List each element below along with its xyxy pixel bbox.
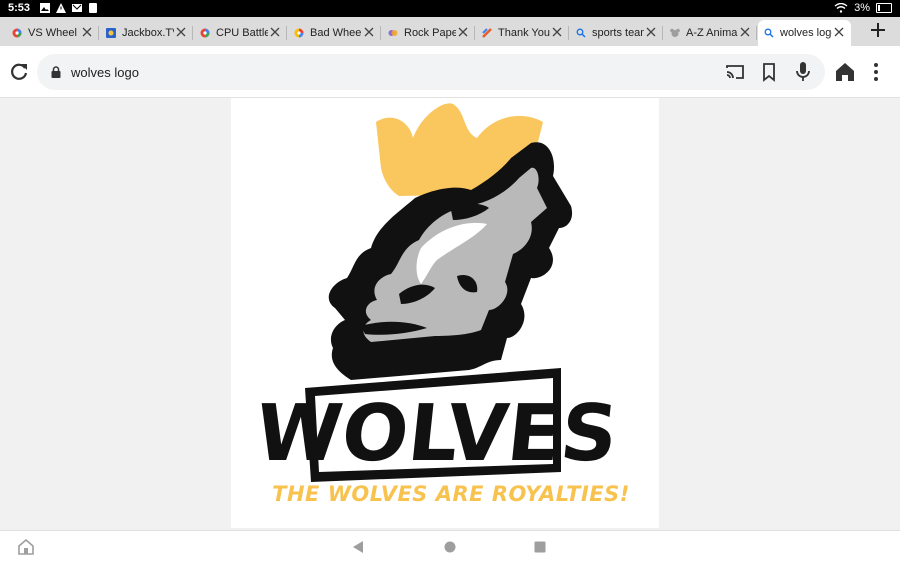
status-time: 5:53 [8, 2, 31, 14]
omnibox-text[interactable]: wolves logo [71, 65, 139, 80]
tab-title: VS Wheel [28, 27, 77, 39]
omnibox[interactable]: wolves logo [37, 54, 825, 90]
tab-title: CPU Battle [216, 27, 268, 39]
home-icon[interactable] [833, 60, 857, 84]
image-notification-icon [40, 3, 51, 13]
lock-icon [51, 66, 61, 78]
bookmark-icon[interactable] [761, 62, 777, 82]
battery-icon [876, 3, 892, 13]
tab-thank-you[interactable]: Thank You! [476, 20, 569, 46]
thankyou-favicon-icon [482, 28, 492, 38]
back-icon[interactable] [352, 540, 364, 554]
wheel-favicon-icon [200, 28, 210, 38]
accessibility-home-icon[interactable] [17, 539, 35, 555]
close-icon[interactable] [81, 26, 93, 38]
status-left: 5:53 [8, 2, 98, 14]
tab-cpu-battle[interactable]: CPU Battle [194, 20, 287, 46]
close-icon[interactable] [269, 26, 281, 38]
tab-rock-paper[interactable]: Rock Paper [382, 20, 475, 46]
close-icon[interactable] [457, 26, 469, 38]
close-icon[interactable] [363, 26, 375, 38]
tab-title: Thank You! [498, 27, 550, 39]
tab-title: Jackbox.TV [122, 27, 174, 39]
microphone-icon[interactable] [795, 61, 811, 83]
close-icon[interactable] [551, 26, 563, 38]
recents-icon[interactable] [534, 541, 546, 553]
tab-a-z-animal[interactable]: A-Z Animal [664, 20, 757, 46]
logo-wordmark: WOLVES [251, 388, 622, 479]
notification-icon [89, 3, 98, 13]
close-icon[interactable] [175, 26, 187, 38]
tab-title: Bad Wheel [310, 27, 362, 39]
tab-title: Rock Paper [404, 27, 456, 39]
tab-title: wolves logo [780, 27, 832, 39]
tab-jackbox[interactable]: Jackbox.TV [100, 20, 193, 46]
tab-bad-wheel[interactable]: Bad Wheel [288, 20, 381, 46]
tab-vs-wheel[interactable]: VS Wheel [6, 20, 99, 46]
status-bar: 5:53 3% [0, 0, 900, 17]
rps-favicon-icon [388, 30, 398, 36]
warning-icon [56, 3, 67, 13]
wheel-favicon-icon [12, 28, 22, 38]
cast-icon[interactable] [725, 62, 745, 82]
tab-title: sports team [592, 27, 644, 39]
toolbar: wolves logo [0, 46, 900, 98]
more-menu-icon[interactable] [864, 60, 888, 84]
wheel-favicon-icon [294, 28, 304, 38]
tab-strip: VS Wheel Jackbox.TV CPU Battle Bad Wheel… [0, 17, 900, 46]
wolves-logo-image: WOLVES [251, 103, 622, 482]
search-favicon-icon [764, 28, 774, 38]
reload-icon[interactable] [7, 60, 31, 84]
battery-percent: 3% [854, 2, 870, 14]
tab-sports-team[interactable]: sports team [570, 20, 663, 46]
gmail-icon [72, 4, 83, 12]
home-nav-icon[interactable] [444, 541, 456, 553]
logo-tagline: THE WOLVES ARE ROYALTIES! [272, 482, 630, 506]
animal-favicon-icon [670, 28, 680, 37]
close-icon[interactable] [833, 26, 845, 38]
jackbox-favicon-icon [106, 28, 116, 38]
wifi-icon [834, 3, 848, 13]
system-nav-bar [0, 530, 900, 564]
tab-title: A-Z Animal [686, 27, 738, 39]
search-favicon-icon [576, 28, 586, 38]
close-icon[interactable] [645, 26, 657, 38]
image-result-card[interactable]: WOLVES THE WOLVES ARE ROYALTIES! [231, 98, 659, 528]
close-icon[interactable] [739, 26, 751, 38]
new-tab-plus-icon[interactable] [870, 22, 886, 38]
tab-wolves-logo[interactable]: wolves logo [758, 20, 851, 46]
status-right: 3% [834, 2, 892, 14]
